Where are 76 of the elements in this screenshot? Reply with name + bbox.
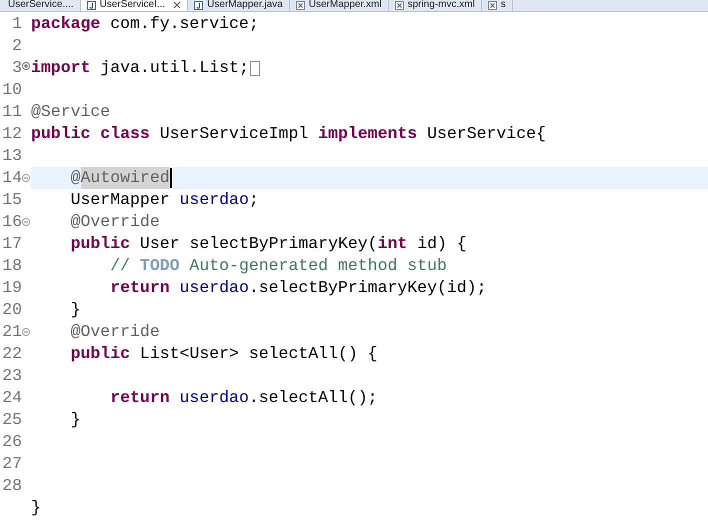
selected-text: Autowired (80, 167, 170, 189)
comment-text: // (109, 255, 132, 277)
code-text: User selectByPrimaryKey( (138, 233, 378, 255)
line-number: 28 (2, 475, 22, 497)
java-file-icon (86, 0, 96, 10)
line-number: 11 (2, 101, 22, 123)
collapse-fold-icon[interactable] (22, 328, 30, 336)
keyword-text: public class (31, 123, 150, 145)
todo-tag-text: TODO (140, 255, 180, 277)
line-number: 26 (2, 431, 22, 453)
tab-label: s (500, 0, 506, 10)
code-text: } (70, 299, 81, 321)
keyword-text: implements (318, 123, 418, 145)
tab-label: UserService.... (8, 0, 74, 10)
tab-label: spring-mvc.xml (408, 0, 475, 10)
xml-file-icon (394, 0, 404, 10)
line-number: 25 (2, 409, 22, 431)
code-text: .selectByPrimaryKey(id); (248, 277, 486, 299)
code-text: } (31, 497, 41, 519)
close-icon[interactable] (173, 1, 182, 9)
line-number: 19 (2, 277, 22, 299)
line-number: 27 (2, 453, 22, 475)
tab-label: UserMapper.java (207, 0, 283, 10)
line-number: 18 (2, 255, 22, 277)
collapse-fold-icon[interactable] (22, 218, 30, 226)
field-name-text: userdao (180, 277, 249, 299)
code-text: } (70, 409, 81, 431)
line-number: 3 (12, 57, 22, 79)
text-cursor (170, 168, 172, 188)
line-number: 15 (2, 189, 22, 211)
line-number: 13 (2, 145, 22, 167)
keyword-text: return (109, 277, 171, 299)
code-text: id) { (416, 233, 467, 255)
line-number: 2 (12, 35, 22, 57)
line-number: 22 (2, 343, 22, 365)
code-text: .selectAll(); (248, 387, 378, 409)
expand-fold-icon[interactable] (22, 62, 30, 70)
line-number: 12 (2, 123, 22, 145)
code-text: java.util.List; (99, 57, 249, 79)
xml-file-icon (488, 0, 497, 10)
line-number: 21 (2, 321, 22, 343)
java-file-icon (194, 0, 204, 10)
collapse-fold-icon[interactable] (22, 174, 30, 182)
line-number: 10 (2, 79, 22, 101)
line-number: 1 (12, 13, 22, 35)
line-number: 16 (2, 211, 22, 233)
code-text: ; (248, 189, 259, 211)
keyword-text: public (70, 343, 130, 365)
xml-file-icon (296, 0, 305, 10)
line-number: 23 (2, 365, 22, 387)
keyword-text: public (70, 233, 130, 255)
code-text: UserService{ (426, 123, 546, 145)
line-number: 17 (2, 233, 22, 255)
keyword-text: int (378, 233, 408, 255)
field-name-text: userdao (180, 189, 249, 211)
code-text: List<User> selectAll() { (138, 343, 378, 365)
line-number: 24 (2, 387, 22, 409)
code-text: UserServiceImpl (158, 123, 310, 145)
annotation-text: @Service (31, 101, 110, 123)
keyword-text: package (31, 13, 100, 35)
editor-tab[interactable]: UserServiceI... (80, 0, 188, 11)
editor-tab[interactable]: spring-mvc.xml (388, 0, 482, 11)
tab-label: UserServiceI... (100, 0, 166, 10)
keyword-text: return (109, 387, 171, 409)
comment-text: Auto-generated method stub (188, 255, 447, 277)
keyword-text: import (31, 57, 90, 79)
field-name-text: userdao (180, 387, 249, 409)
code-text: UserMapper (70, 189, 171, 211)
code-text: com.fy.service; (109, 13, 259, 35)
annotation-text: @ (70, 167, 81, 189)
tab-label: UserMapper.xml (308, 0, 382, 10)
collapsed-code-marker[interactable] (250, 60, 260, 76)
annotation-text: @Override (70, 321, 160, 343)
annotation-text: @Override (70, 211, 160, 233)
line-number: 20 (2, 299, 22, 321)
line-number: 14 (2, 167, 22, 189)
